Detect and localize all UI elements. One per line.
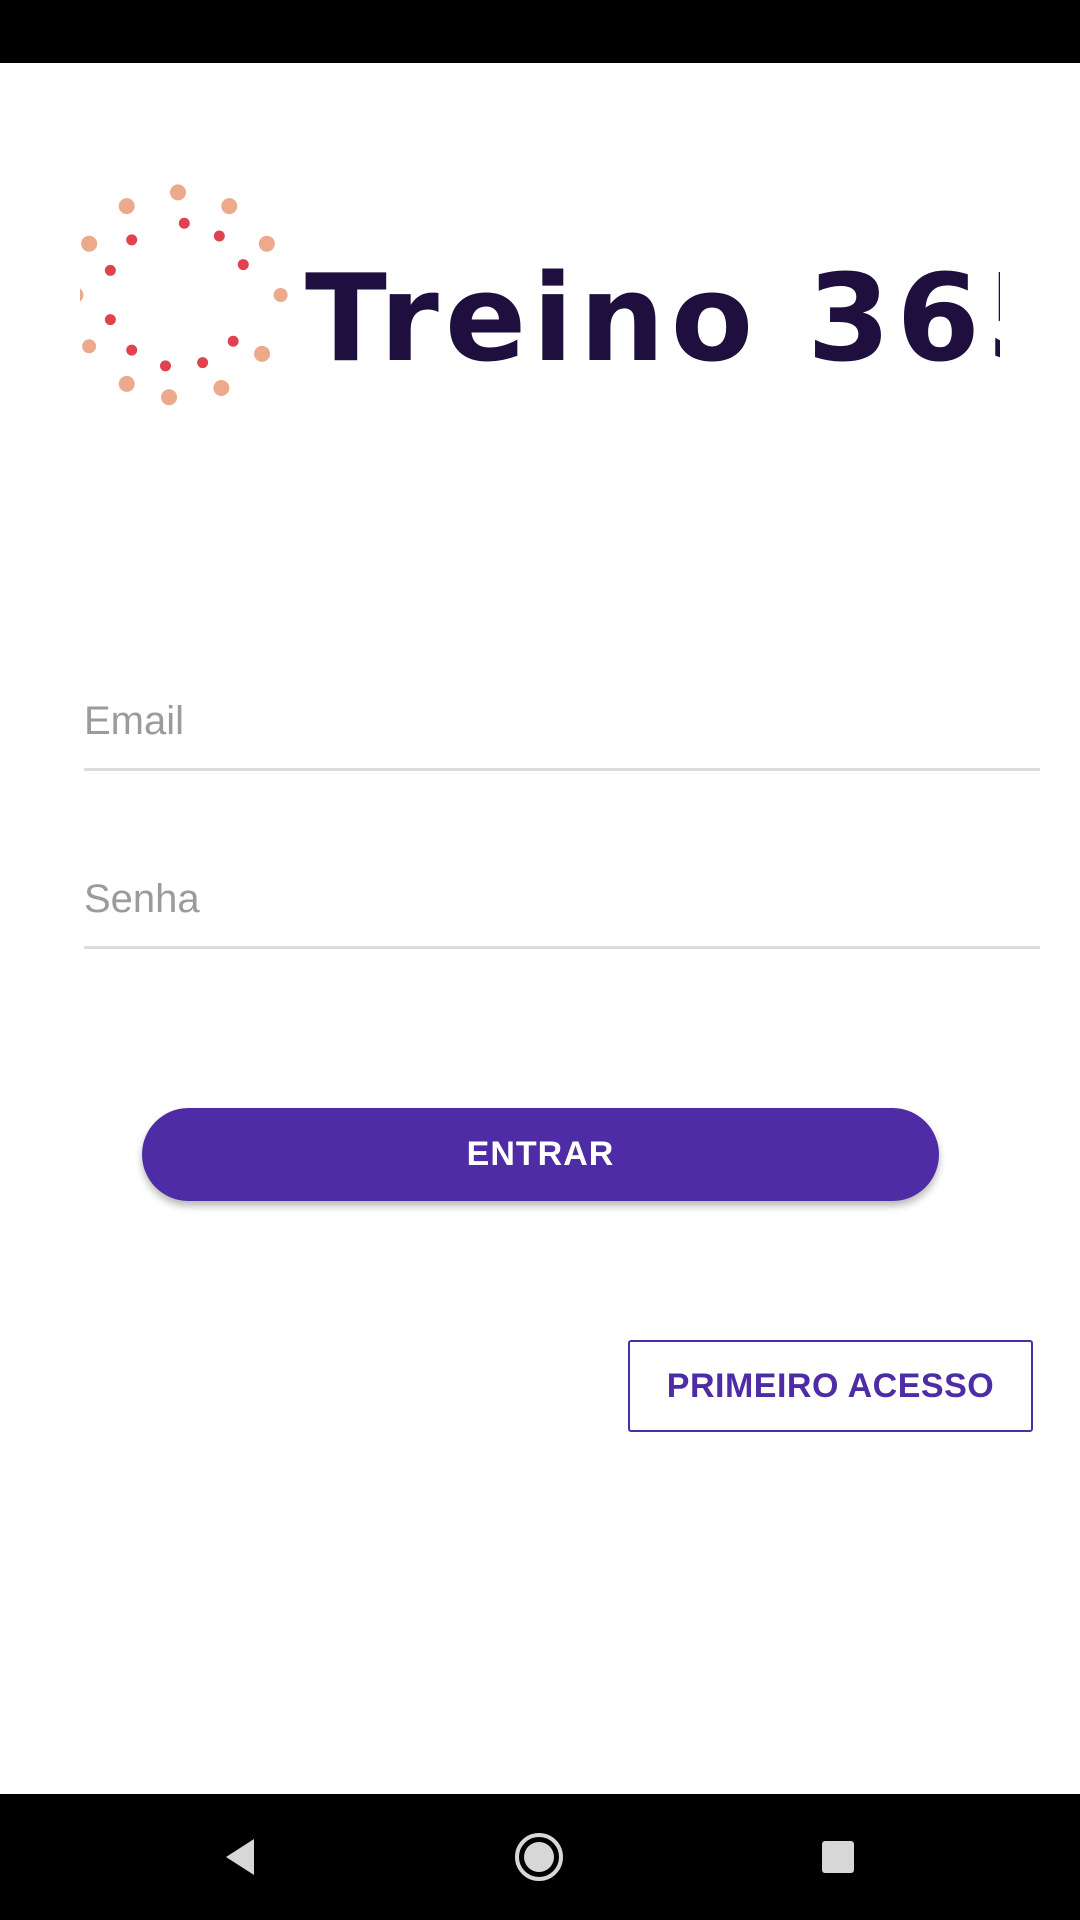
- recents-icon: [822, 1841, 854, 1873]
- password-field[interactable]: [84, 853, 1040, 949]
- login-button[interactable]: ENTRAR: [142, 1108, 939, 1201]
- logo-dot-outer: [273, 288, 288, 302]
- logo-dot-inner: [104, 314, 116, 326]
- email-field[interactable]: [84, 675, 1040, 771]
- logo-dot-outer: [170, 184, 186, 201]
- logo-dot-outer: [213, 379, 230, 396]
- logo-dot-outer: [221, 198, 238, 215]
- brand-name: Treino 365: [305, 250, 1000, 389]
- logo-dot-inner: [126, 344, 138, 356]
- logo-dot-outer: [258, 235, 275, 252]
- logo-dot-inner: [237, 259, 249, 271]
- logo-dots: [80, 184, 288, 406]
- logo-dot-outer: [161, 389, 178, 406]
- logo-dot-inner: [197, 357, 209, 369]
- logo-dot-inner: [178, 217, 190, 229]
- logo-dot-outer: [82, 339, 97, 354]
- logo-graphic: Treino 365: [80, 184, 1000, 406]
- logo-dot-outer: [118, 198, 135, 215]
- logo-dot-inner: [227, 335, 239, 347]
- nav-home-button[interactable]: [484, 1794, 594, 1920]
- logo-dot-inner: [104, 264, 116, 276]
- nav-back-button[interactable]: [185, 1794, 295, 1920]
- logo-dot-outer: [80, 288, 84, 302]
- logo-dot-inner: [213, 230, 225, 242]
- system-navigation-bar: [0, 1794, 1080, 1920]
- nav-recents-button[interactable]: [783, 1794, 893, 1920]
- logo-dot-outer: [118, 375, 135, 392]
- login-screen: Treino 365 ENTRAR PRIMEIRO ACESSO: [0, 0, 1080, 1920]
- logo-dot-outer: [254, 345, 271, 362]
- back-icon: [226, 1839, 254, 1875]
- status-bar: [0, 0, 1080, 63]
- logo-dot-inner: [159, 360, 171, 372]
- first-access-button[interactable]: PRIMEIRO ACESSO: [628, 1340, 1033, 1432]
- logo-dot-outer: [81, 235, 98, 252]
- logo-dot-inner: [126, 234, 138, 246]
- home-icon: [515, 1833, 563, 1881]
- brand-logo: Treino 365: [80, 170, 1000, 420]
